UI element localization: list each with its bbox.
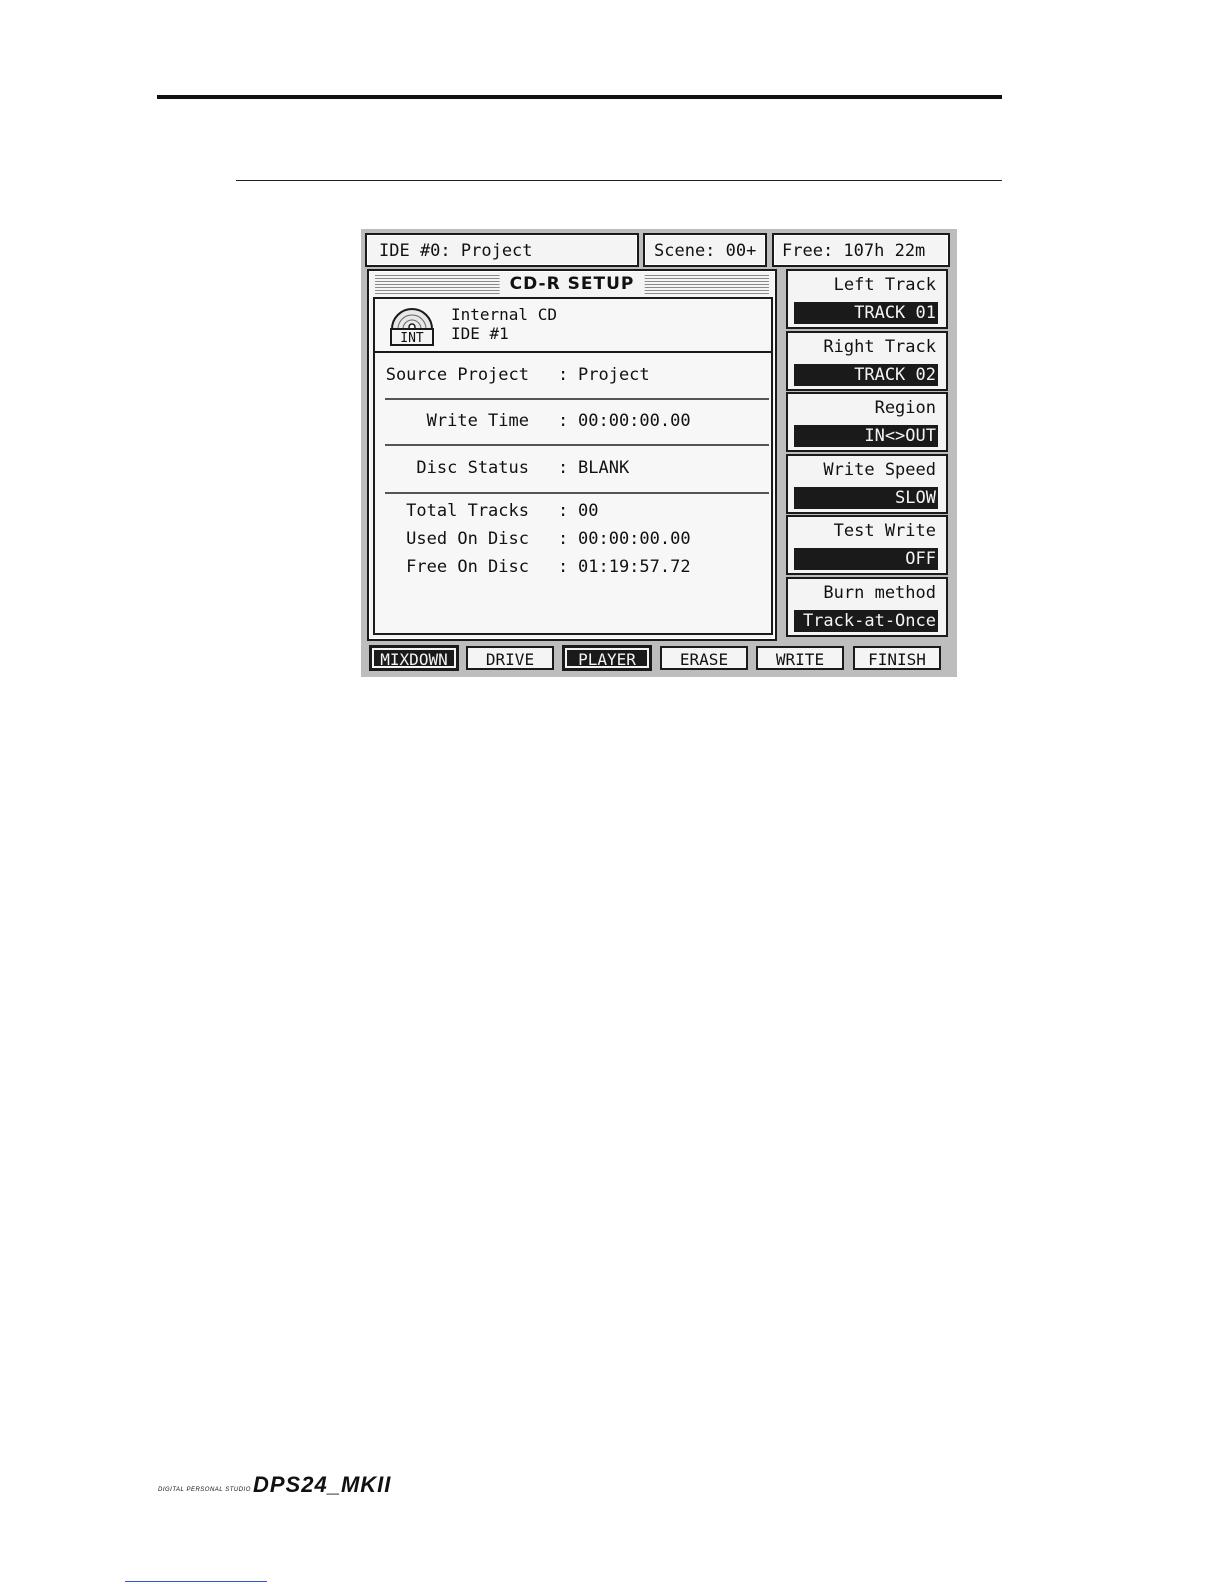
disc-status-value: BLANK (578, 458, 630, 478)
total-tracks-value: 00 (578, 501, 599, 521)
write-speed-field[interactable]: Write Speed SLOW (786, 454, 948, 514)
write-time-label: Write Time (426, 411, 529, 431)
right-track-label: Right Track (823, 337, 936, 357)
right-track-field[interactable]: Right Track TRACK 02 (786, 331, 948, 391)
footer-link-underline (125, 1581, 267, 1582)
free-status: Free: 107h 22m (782, 241, 926, 261)
softkey-mixdown[interactable]: MIXDOWN (369, 645, 459, 671)
row-divider (385, 444, 769, 446)
write-speed-value[interactable]: SLOW (794, 487, 938, 509)
used-on-disc-colon: : (558, 529, 569, 549)
total-tracks-label: Total Tracks (406, 501, 529, 521)
total-tracks-colon: : (558, 501, 569, 521)
free-on-disc-value: 01:19:57.72 (578, 557, 691, 577)
header-rule-thin (236, 180, 1002, 181)
right-track-value[interactable]: TRACK 02 (794, 364, 938, 386)
panel-content: INT Internal CD IDE #1 Source Project : … (373, 297, 773, 635)
drive-status: IDE #0: Project (379, 241, 533, 261)
source-project-label: Source Project (385, 365, 529, 385)
source-project-colon: : (558, 365, 569, 385)
disc-status-label: Disc Status (416, 458, 529, 478)
used-on-disc-value: 00:00:00.00 (578, 529, 691, 549)
softkey-drive[interactable]: DRIVE (466, 646, 554, 670)
source-project-value[interactable]: Project (578, 365, 650, 385)
free-status-box: Free: 107h 22m (772, 233, 950, 267)
used-on-disc-label: Used On Disc (406, 529, 529, 549)
free-on-disc-colon: : (558, 557, 569, 577)
left-track-value[interactable]: TRACK 01 (794, 302, 938, 324)
left-track-field[interactable]: Left Track TRACK 01 (786, 269, 948, 329)
softkey-finish[interactable]: FINISH (853, 646, 941, 670)
softkey-erase[interactable]: ERASE (660, 646, 748, 670)
drive-icon-label: INT (400, 331, 424, 346)
test-write-value[interactable]: OFF (794, 548, 938, 570)
cdr-setup-panel: CD-R SETUP INT Internal CD IDE #1 Source… (367, 269, 777, 641)
region-label: Region (874, 398, 936, 418)
scene-status-box: Scene: 00+ (643, 233, 767, 267)
write-speed-label: Write Speed (823, 460, 936, 480)
write-time-value: 00:00:00.00 (578, 411, 691, 431)
left-track-label: Left Track (833, 275, 936, 295)
scene-status: Scene: 00+ (654, 241, 757, 261)
footer-subtitle: DIGITAL PERSONAL STUDIO (158, 1487, 251, 1493)
burn-method-value[interactable]: Track-at-Once (794, 610, 938, 632)
softkey-player[interactable]: PLAYER (562, 645, 652, 671)
drive-info: INT Internal CD IDE #1 (375, 299, 771, 353)
lcd-screen: IDE #0: Project Scene: 00+ Free: 107h 22… (361, 229, 957, 677)
header-rule-thick (157, 95, 1002, 99)
free-on-disc-label: Free On Disc (406, 557, 529, 577)
drive-status-box: IDE #0: Project (365, 233, 639, 267)
panel-title: CD-R SETUP (499, 273, 645, 295)
softkey-write[interactable]: WRITE (756, 646, 844, 670)
write-time-colon: : (558, 411, 569, 431)
test-write-label: Test Write (833, 521, 936, 541)
panel-title-bar: CD-R SETUP (375, 273, 769, 295)
burn-method-field[interactable]: Burn method Track-at-Once (786, 577, 948, 637)
row-divider (385, 492, 769, 494)
cd-drive-icon: INT (390, 308, 434, 346)
row-divider (385, 398, 769, 400)
burn-method-label: Burn method (823, 583, 936, 603)
region-value[interactable]: IN<>OUT (794, 425, 938, 447)
drive-id: IDE #1 (451, 324, 509, 343)
disc-status-colon: : (558, 458, 569, 478)
footer-logo: DPS24_MKII (253, 1472, 392, 1497)
test-write-field[interactable]: Test Write OFF (786, 515, 948, 575)
drive-name: Internal CD (451, 305, 557, 324)
region-field[interactable]: Region IN<>OUT (786, 392, 948, 452)
